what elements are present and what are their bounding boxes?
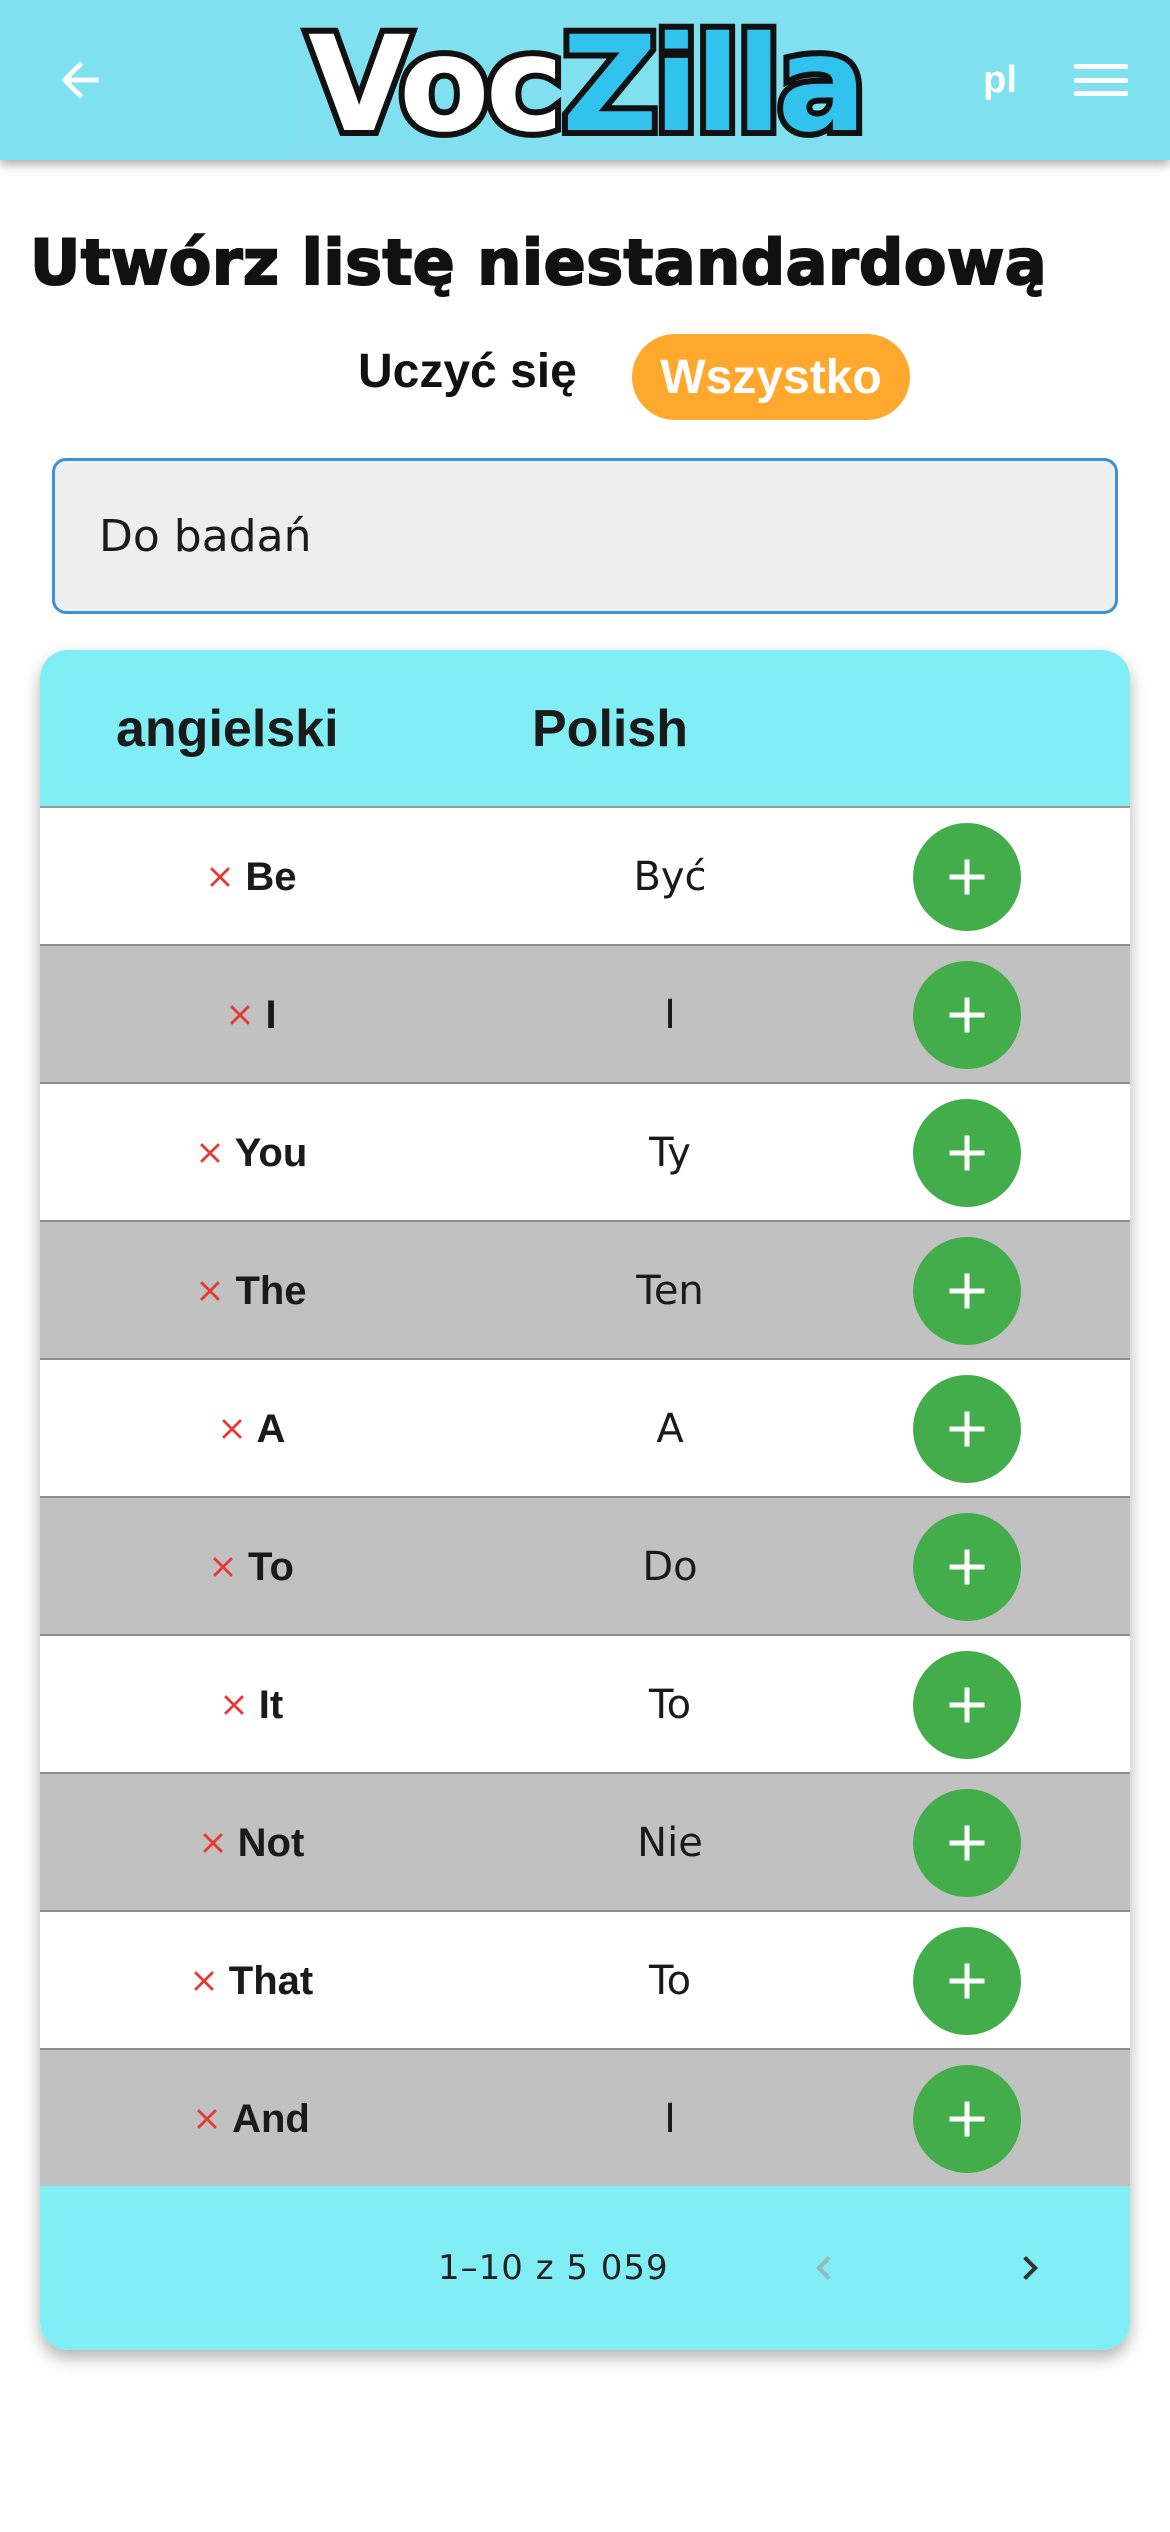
table-row: Not Nie — [40, 1774, 1130, 1912]
remove-icon[interactable] — [215, 1412, 249, 1446]
table-row: It To — [40, 1636, 1130, 1774]
pagination-range: 1–10 z 5 059 — [438, 2248, 669, 2288]
plus-icon — [949, 1411, 985, 1447]
add-word-button[interactable] — [913, 2065, 1021, 2173]
add-word-button[interactable] — [913, 823, 1021, 931]
app-header: Voc Zilla pl — [0, 0, 1170, 160]
table-row: To Do — [40, 1498, 1130, 1636]
plus-icon — [949, 1135, 985, 1171]
table-pagination: 1–10 z 5 059 — [40, 2186, 1130, 2350]
plus-icon — [949, 2101, 985, 2137]
word-target-cell: Być — [633, 854, 707, 900]
plus-icon — [949, 1273, 985, 1309]
table-row: II — [40, 946, 1130, 1084]
plus-icon — [949, 859, 985, 895]
remove-icon[interactable] — [196, 1826, 230, 1860]
plus-icon — [949, 997, 985, 1033]
previous-page-button[interactable] — [792, 2236, 856, 2300]
add-word-button[interactable] — [913, 1237, 1021, 1345]
list-name-input[interactable] — [52, 458, 1118, 614]
word-source-text: Not — [237, 1820, 305, 1865]
word-target-cell: To — [648, 1682, 692, 1728]
language-selector[interactable]: pl — [968, 52, 1032, 108]
word-source-text: I — [265, 992, 277, 1037]
remove-icon[interactable] — [206, 1550, 240, 1584]
plus-icon — [949, 1687, 985, 1723]
svg-text:Voc: Voc — [308, 8, 560, 154]
add-word-button[interactable] — [913, 1651, 1021, 1759]
word-source-text: That — [228, 1958, 314, 2003]
word-target-cell: Nie — [637, 1820, 703, 1866]
word-source-text: To — [248, 1544, 294, 1589]
remove-icon[interactable] — [223, 998, 257, 1032]
plus-icon — [949, 1825, 985, 1861]
remove-icon[interactable] — [217, 1688, 251, 1722]
word-target-cell: Ten — [636, 1268, 704, 1314]
add-word-button[interactable] — [913, 1927, 1021, 2035]
word-target-cell: I — [664, 2096, 676, 2142]
word-source-cell: The — [40, 1222, 460, 1360]
page-title: Utwórz listę niestandardową — [29, 225, 1048, 300]
add-word-button[interactable] — [913, 1099, 1021, 1207]
word-source-text: The — [235, 1268, 307, 1313]
word-source-cell: It — [40, 1636, 460, 1774]
table-header: angielski Polish — [40, 650, 1130, 808]
mode-toggle: Uczyć się Wszystko — [0, 332, 1170, 420]
chevron-left-icon — [816, 2256, 831, 2280]
word-source-cell: And — [40, 2050, 460, 2188]
add-word-button[interactable] — [913, 1513, 1021, 1621]
table-row: And I — [40, 2050, 1130, 2188]
word-source-text: A — [256, 1406, 286, 1451]
remove-icon[interactable] — [193, 1274, 227, 1308]
word-source-cell: That — [40, 1912, 460, 2050]
plus-icon — [949, 1549, 985, 1585]
table-row: AA — [40, 1360, 1130, 1498]
table-row: Be Być — [40, 808, 1130, 946]
column-header-source: angielski — [116, 700, 339, 758]
word-source-cell: I — [40, 946, 460, 1084]
svg-text:Zilla: Zilla — [562, 8, 863, 154]
word-source-cell: You — [40, 1084, 460, 1222]
add-word-button[interactable] — [913, 961, 1021, 1069]
next-page-button[interactable] — [998, 2236, 1062, 2300]
back-button[interactable] — [44, 44, 116, 116]
table-body: Be Być I I You Ty The Ten A A To Do It To Not Nie That To… — [40, 808, 1130, 2188]
column-header-target: Polish — [532, 700, 689, 758]
word-source-cell: To — [40, 1498, 460, 1636]
word-source-text: And — [232, 2096, 310, 2141]
logo-wordmark: Voc Zilla — [302, 8, 873, 154]
plus-icon — [949, 1963, 985, 1999]
remove-icon[interactable] — [193, 1136, 227, 1170]
toggle-learn-option[interactable]: Uczyć się — [358, 344, 577, 399]
table-row: The Ten — [40, 1222, 1130, 1360]
word-target-cell: A — [656, 1406, 684, 1452]
voczilla-logo: Voc Zilla — [296, 8, 874, 154]
toggle-all-option[interactable]: Wszystko — [632, 334, 910, 420]
word-source-text: Be — [245, 854, 297, 899]
add-word-button[interactable] — [913, 1789, 1021, 1897]
word-source-cell: A — [40, 1360, 460, 1498]
word-source-cell: Be — [40, 808, 460, 946]
add-word-button[interactable] — [913, 1375, 1021, 1483]
hamburger-menu-icon[interactable] — [1068, 52, 1134, 108]
table-row: You Ty — [40, 1084, 1130, 1222]
word-source-text: You — [234, 1130, 308, 1175]
word-table: angielski Polish Be Być I I You Ty The Ten A A To D… — [40, 650, 1130, 2350]
word-target-cell: To — [648, 1958, 692, 2004]
word-target-cell: Do — [642, 1544, 698, 1590]
chevron-right-icon — [1023, 2256, 1038, 2280]
word-target-cell: Ty — [649, 1130, 691, 1176]
word-target-cell: I — [664, 992, 676, 1038]
word-source-cell: Not — [40, 1774, 460, 1912]
remove-icon[interactable] — [190, 2102, 224, 2136]
word-source-text: It — [258, 1682, 284, 1727]
remove-icon[interactable] — [187, 1964, 221, 1998]
remove-icon[interactable] — [203, 860, 237, 894]
arrow-left-icon — [61, 61, 99, 99]
table-row: That To — [40, 1912, 1130, 2050]
